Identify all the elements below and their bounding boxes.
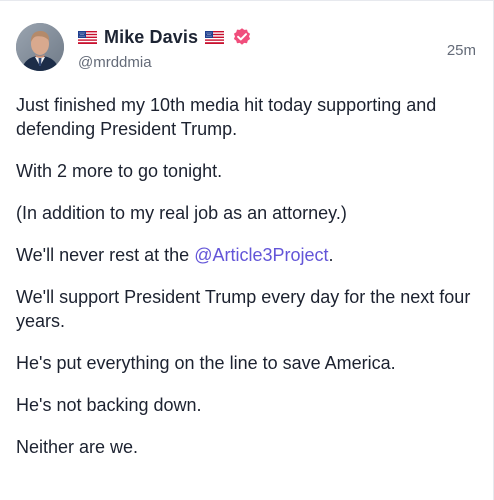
post-paragraph: He's not backing down.	[16, 395, 202, 415]
post-paragraph: He's put everything on the line to save …	[16, 353, 396, 373]
mention-link[interactable]: @Article3Project	[194, 245, 328, 265]
mention-suffix-text: .	[328, 245, 334, 265]
post-card: Mike Davis @mrddmia 25m Just finished my…	[0, 0, 494, 500]
post-paragraph-with-mention: We'll never rest at the @Article3Project…	[16, 243, 482, 267]
author-identity[interactable]: Mike Davis @mrddmia	[78, 25, 398, 73]
us-flag-icon	[205, 30, 225, 44]
verified-badge-icon	[232, 27, 252, 47]
us-flag-icon	[78, 30, 97, 44]
mention-prefix-text: We'll never rest at the	[16, 245, 195, 265]
author-handle[interactable]: @mrddmia	[78, 54, 398, 71]
author-name-row[interactable]: Mike Davis	[78, 25, 398, 49]
post-header: Mike Davis @mrddmia 25m	[16, 23, 478, 79]
author-display-name[interactable]: Mike Davis	[104, 27, 198, 48]
post-paragraph: (In addition to my real job as an attorn…	[16, 203, 347, 223]
post-paragraph: Just finished my 10th media hit today su…	[16, 95, 437, 139]
post-body: Just finished my 10th media hit today su…	[16, 93, 482, 477]
post-paragraph: With 2 more to go tonight.	[16, 161, 223, 181]
post-timestamp[interactable]: 25m	[447, 42, 476, 59]
avatar[interactable]	[16, 23, 64, 71]
post-paragraph: We'll support President Trump every day …	[16, 287, 471, 331]
post-paragraph: Neither are we.	[16, 437, 139, 457]
